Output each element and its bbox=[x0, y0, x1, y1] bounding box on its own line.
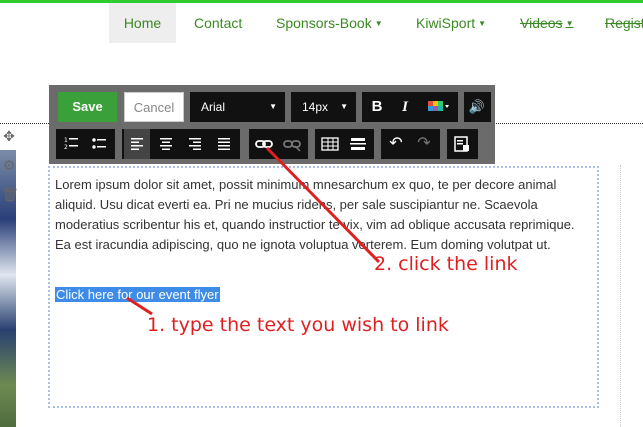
arrow-to-link-icon bbox=[265, 146, 381, 264]
annotation-step-1: 1. type the text you wish to link bbox=[147, 314, 449, 336]
arrow-to-selected-text bbox=[126, 296, 153, 316]
annotation-arrows bbox=[126, 146, 381, 316]
annotation-step-2: 2. click the link bbox=[374, 253, 518, 275]
